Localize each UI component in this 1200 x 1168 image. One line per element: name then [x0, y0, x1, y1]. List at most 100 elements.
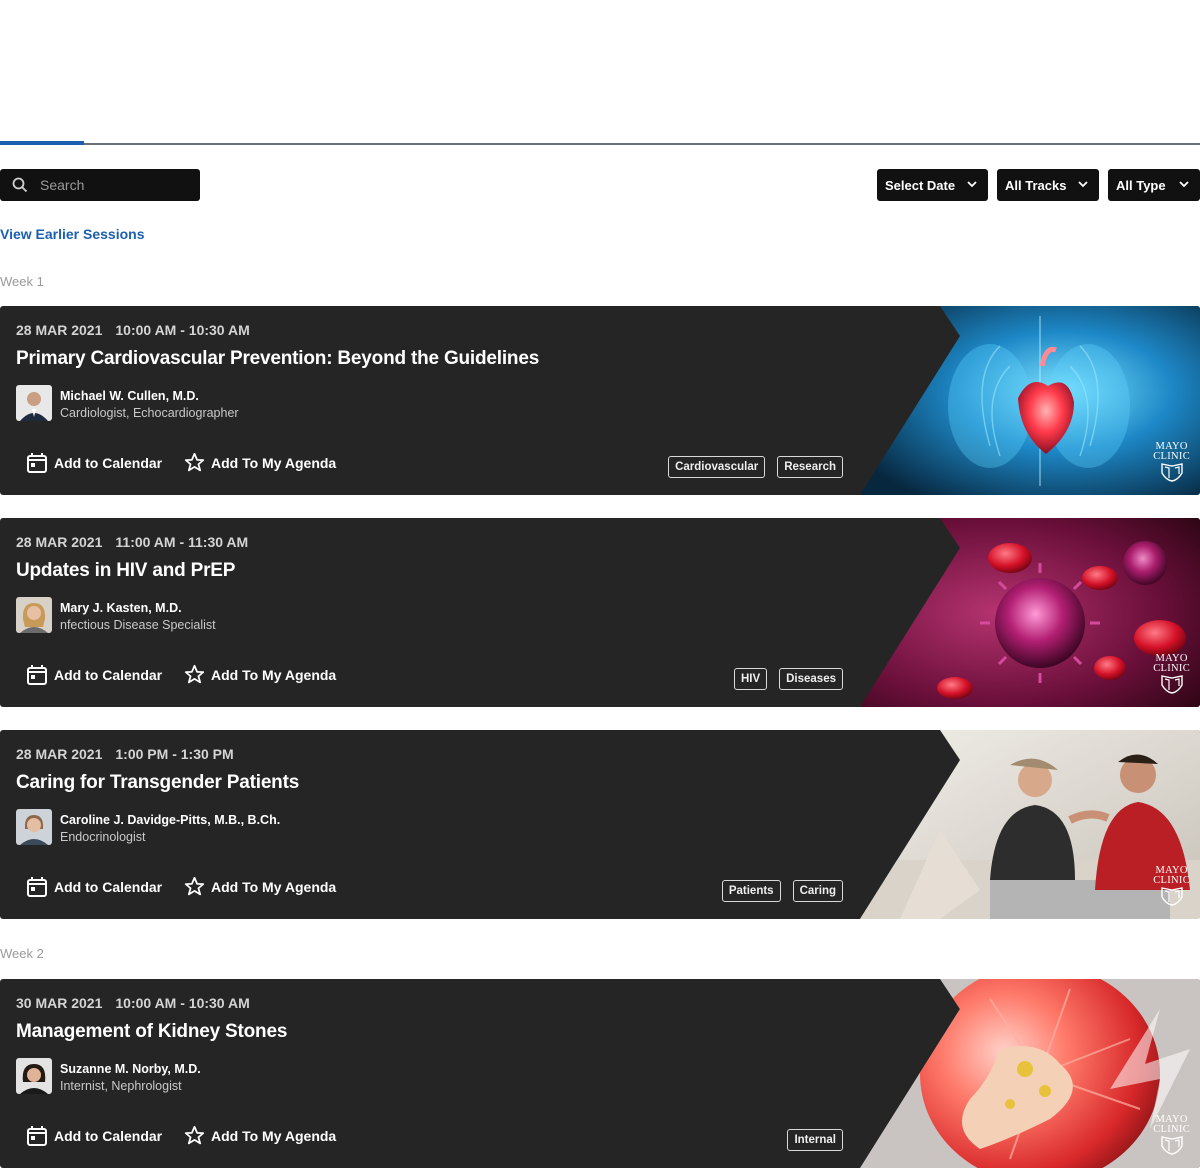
- add-to-calendar-label: Add to Calendar: [54, 879, 163, 895]
- add-to-agenda-label: Add To My Agenda: [211, 666, 337, 683]
- add-to-agenda-button[interactable]: Add To My Agenda: [184, 452, 336, 473]
- star-icon: [184, 1125, 205, 1145]
- tag-list: Cardiovascular Research: [668, 456, 843, 478]
- type-select-label: All Type: [1116, 177, 1166, 193]
- session-time: 10:00 AM - 10:30 AM: [115, 995, 250, 1011]
- mayo-clinic-logo: MAYO CLINIC: [1153, 1114, 1190, 1158]
- add-to-calendar-button[interactable]: Add to Calendar: [26, 876, 162, 898]
- session-image: [860, 518, 1200, 707]
- week-heading: Week 1: [0, 274, 44, 289]
- shield-icon: [1160, 675, 1183, 694]
- logo-text-clinic: CLINIC: [1153, 875, 1190, 886]
- session-card[interactable]: 30 MAR 2021 10:00 AM - 10:30 AM Managemen…: [0, 979, 1200, 1168]
- session-title[interactable]: Management of Kidney Stones: [16, 1021, 287, 1043]
- session-date: 28 MAR 2021: [16, 746, 103, 762]
- add-to-calendar-label: Add to Calendar: [54, 667, 163, 683]
- search-icon: [12, 177, 28, 193]
- page-header-space: [0, 0, 1200, 143]
- shield-icon: [1160, 887, 1183, 906]
- session-date: 28 MAR 2021: [16, 322, 103, 338]
- speaker-name: Caroline J. Davidge-Pitts, M.B., B.Ch.: [60, 813, 281, 827]
- speaker-name: Mary J. Kasten, M.D.: [60, 601, 182, 615]
- star-icon: [184, 452, 205, 472]
- mayo-clinic-logo: MAYO CLINIC: [1153, 653, 1190, 697]
- tag-list: Patients Caring: [721, 880, 843, 902]
- type-select[interactable]: All Type: [1108, 169, 1200, 201]
- session-card[interactable]: 28 MAR 2021 1:00 PM - 1:30 PM Caring for …: [0, 730, 1200, 919]
- shield-icon: [1160, 1136, 1183, 1155]
- add-to-agenda-button[interactable]: Add To My Agenda: [184, 1125, 336, 1146]
- session-image: [860, 730, 1200, 919]
- speaker-avatar: [16, 597, 52, 633]
- session-time: 1:00 PM - 1:30 PM: [115, 746, 234, 762]
- tag-badge[interactable]: HIV: [733, 668, 768, 690]
- session-title[interactable]: Caring for Transgender Patients: [16, 772, 299, 794]
- speaker-role: Cardiologist, Echocardiographer: [60, 406, 239, 420]
- tracks-select-label: All Tracks: [1005, 177, 1067, 193]
- star-icon: [184, 876, 205, 896]
- session-date: 28 MAR 2021: [16, 534, 103, 550]
- session-datetime: 28 MAR 2021 11:00 AM - 11:30 AM: [16, 534, 248, 550]
- date-select-label: Select Date: [885, 177, 956, 193]
- tag-badge[interactable]: Diseases: [779, 668, 843, 690]
- chevron-down-icon: [967, 181, 977, 188]
- speaker-name: Michael W. Cullen, M.D.: [60, 389, 199, 403]
- mayo-clinic-logo: MAYO CLINIC: [1153, 441, 1190, 485]
- speaker-avatar: [16, 809, 52, 845]
- session-image: [860, 979, 1200, 1168]
- session-date: 30 MAR 2021: [16, 995, 103, 1011]
- add-to-agenda-button[interactable]: Add To My Agenda: [184, 664, 336, 685]
- session-title[interactable]: Primary Cardiovascular Prevention: Beyon…: [16, 348, 539, 370]
- tag-list: Internal: [787, 1129, 843, 1151]
- speaker-name: Suzanne M. Norby, M.D.: [60, 1062, 201, 1076]
- tag-badge[interactable]: Internal: [787, 1129, 843, 1151]
- add-to-agenda-label: Add To My Agenda: [211, 454, 337, 471]
- tag-badge[interactable]: Caring: [792, 880, 843, 902]
- logo-text-clinic: CLINIC: [1153, 1124, 1190, 1135]
- star-icon: [184, 664, 205, 684]
- add-to-calendar-label: Add to Calendar: [54, 1128, 163, 1144]
- tab-divider: [0, 143, 1200, 145]
- speaker-role: Internist, Nephrologist: [60, 1079, 182, 1093]
- add-to-agenda-button[interactable]: Add To My Agenda: [184, 876, 336, 897]
- mayo-clinic-logo: MAYO CLINIC: [1153, 865, 1190, 909]
- add-to-agenda-label: Add To My Agenda: [211, 1127, 337, 1144]
- date-select[interactable]: Select Date: [877, 169, 988, 201]
- speaker-role: nfectious Disease Specialist: [60, 618, 216, 632]
- search-input[interactable]: [40, 177, 180, 193]
- session-card[interactable]: 28 MAR 2021 10:00 AM - 10:30 AM Primary C…: [0, 306, 1200, 495]
- tag-badge[interactable]: Research: [777, 456, 843, 478]
- session-card[interactable]: 28 MAR 2021 11:00 AM - 11:30 AM Updates i…: [0, 518, 1200, 707]
- session-time: 11:00 AM - 11:30 AM: [115, 534, 249, 550]
- tracks-select[interactable]: All Tracks: [997, 169, 1099, 201]
- view-earlier-sessions-link[interactable]: View Earlier Sessions: [0, 226, 145, 242]
- session-image: [860, 306, 1200, 495]
- session-time: 10:00 AM - 10:30 AM: [115, 322, 250, 338]
- add-to-calendar-button[interactable]: Add to Calendar: [26, 452, 162, 474]
- session-datetime: 28 MAR 2021 1:00 PM - 1:30 PM: [16, 746, 234, 762]
- add-to-calendar-label: Add to Calendar: [54, 455, 163, 471]
- week-heading: Week 2: [0, 946, 44, 961]
- chevron-down-icon: [1078, 181, 1088, 188]
- tag-badge[interactable]: Cardiovascular: [668, 456, 766, 478]
- logo-text-clinic: CLINIC: [1153, 451, 1190, 462]
- add-to-calendar-button[interactable]: Add to Calendar: [26, 1125, 162, 1147]
- session-datetime: 30 MAR 2021 10:00 AM - 10:30 AM: [16, 995, 250, 1011]
- session-datetime: 28 MAR 2021 10:00 AM - 10:30 AM: [16, 322, 250, 338]
- add-to-calendar-button[interactable]: Add to Calendar: [26, 664, 162, 686]
- speaker-role: Endocrinologist: [60, 830, 146, 844]
- filter-bar: Select Date All Tracks All Type: [0, 169, 1200, 201]
- search-box[interactable]: [0, 169, 200, 201]
- logo-text-clinic: CLINIC: [1153, 663, 1190, 674]
- session-title[interactable]: Updates in HIV and PrEP: [16, 560, 235, 582]
- tag-badge[interactable]: Patients: [721, 880, 781, 902]
- speaker-avatar: [16, 1058, 52, 1094]
- calendar-icon: [27, 453, 47, 473]
- speaker-avatar: [16, 385, 52, 421]
- calendar-icon: [27, 665, 47, 685]
- tag-list: HIV Diseases: [733, 668, 843, 690]
- calendar-icon: [27, 877, 47, 897]
- shield-icon: [1160, 463, 1183, 482]
- chevron-down-icon: [1179, 181, 1189, 188]
- active-tab-indicator[interactable]: [0, 141, 84, 145]
